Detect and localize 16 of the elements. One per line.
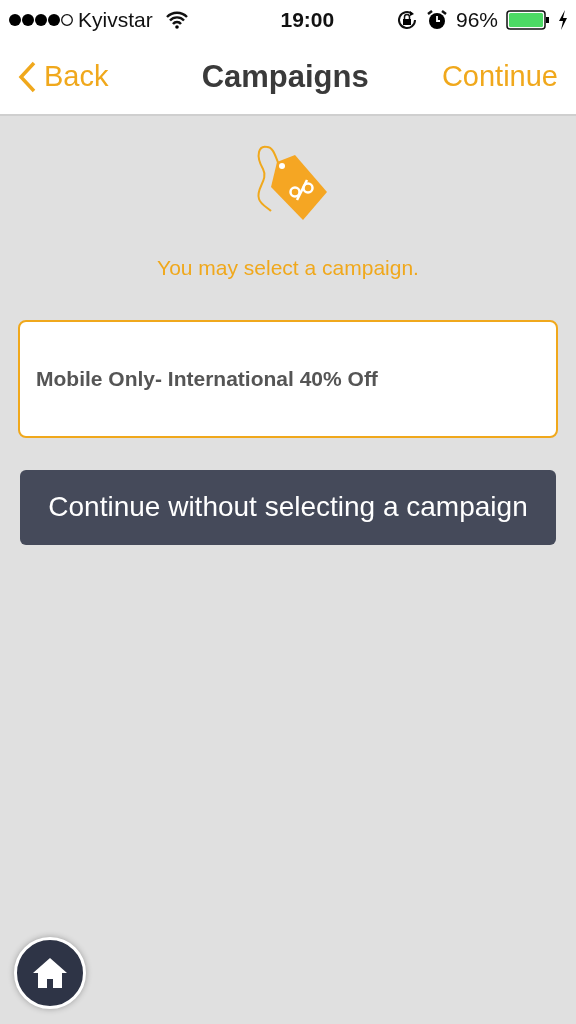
signal-icon	[8, 13, 74, 27]
back-chevron-icon	[18, 61, 36, 93]
home-button[interactable]	[14, 937, 86, 1009]
battery-icon	[506, 10, 550, 30]
campaign-option[interactable]: Mobile Only- International 40% Off	[18, 319, 558, 438]
alarm-icon	[425, 9, 448, 31]
clock-time: 19:00	[280, 7, 335, 34]
charging-icon	[558, 10, 568, 30]
continue-without-campaign-button[interactable]: Continue without selecting a campaign	[20, 469, 556, 545]
carrier-name: Kyivstar	[78, 7, 153, 34]
rotation-lock-icon	[395, 9, 418, 31]
home-icon	[32, 957, 68, 989]
battery-percentage: 96%	[455, 7, 498, 34]
page-title: Campaigns	[201, 57, 369, 96]
wifi-icon	[164, 11, 189, 29]
instruction-text: You may select a campaign.	[157, 256, 419, 279]
